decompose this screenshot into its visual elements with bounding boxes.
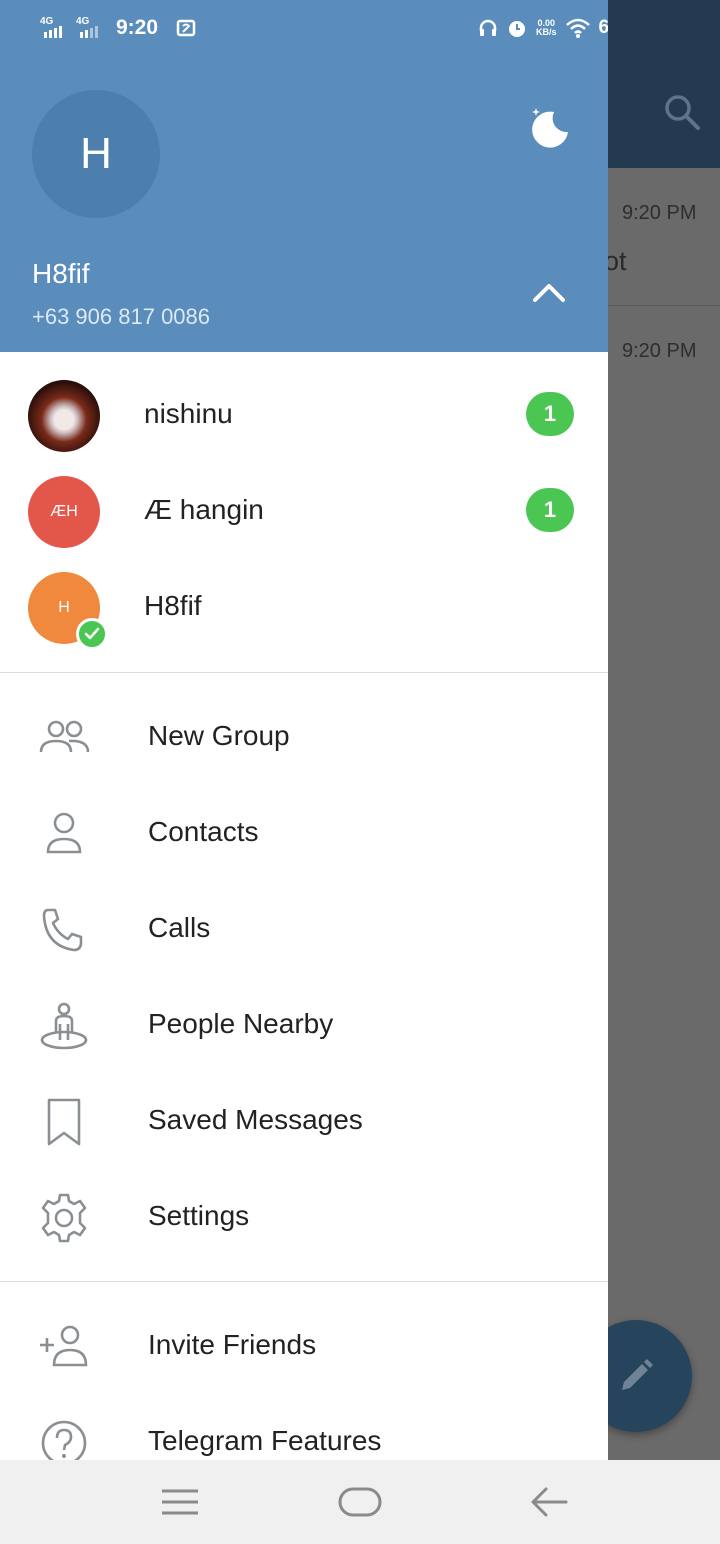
divider bbox=[0, 672, 608, 673]
account-item-hangin[interactable]: ÆH Æ hangin 1 bbox=[0, 464, 608, 560]
menu-item-settings[interactable]: Settings bbox=[0, 1170, 608, 1266]
navigation-drawer: 4G 4G 9:20 0.00 KB/s 62% H H8fif bbox=[0, 0, 608, 1460]
chat-time: 9:20 PM bbox=[622, 340, 697, 362]
menu-item-telegram-features[interactable]: Telegram Features bbox=[0, 1395, 608, 1460]
check-icon bbox=[76, 618, 108, 650]
account-item-nishinu[interactable]: nishinu 1 bbox=[0, 368, 608, 464]
battery-percent: 62% bbox=[598, 17, 608, 38]
menu-item-new-group[interactable]: New Group bbox=[0, 690, 608, 786]
person-icon bbox=[46, 812, 82, 854]
menu-label: New Group bbox=[148, 720, 290, 751]
gear-icon bbox=[41, 1193, 87, 1243]
people-nearby-icon bbox=[40, 1002, 88, 1050]
menu-label: Telegram Features bbox=[148, 1425, 382, 1456]
profile-name: H8fif bbox=[32, 258, 90, 289]
menu-label: Calls bbox=[148, 912, 211, 943]
signal-icon: 4G bbox=[40, 14, 70, 42]
avatar bbox=[28, 380, 100, 452]
status-bar-right: 0.00 KB/s 62% bbox=[478, 14, 608, 42]
home-icon[interactable] bbox=[334, 1480, 386, 1524]
menu-label: People Nearby bbox=[148, 1008, 334, 1039]
menu-item-people-nearby[interactable]: People Nearby bbox=[0, 978, 608, 1074]
avatar: ÆH bbox=[28, 476, 100, 548]
menu-label: Saved Messages bbox=[148, 1104, 363, 1135]
account-name: Æ hangin bbox=[144, 494, 264, 525]
wifi-icon bbox=[565, 18, 590, 38]
screenshot-icon bbox=[176, 19, 196, 37]
menu-item-invite-friends[interactable]: Invite Friends bbox=[0, 1299, 608, 1395]
network-speed: 0.00 KB/s bbox=[536, 18, 557, 37]
moon-icon[interactable] bbox=[524, 102, 574, 152]
menu-item-calls[interactable]: Calls bbox=[0, 882, 608, 978]
menu-label: Contacts bbox=[148, 816, 259, 847]
account-item-h8fif[interactable]: H H8fif bbox=[0, 560, 608, 656]
divider bbox=[0, 1281, 608, 1282]
search-icon[interactable] bbox=[662, 92, 702, 132]
add-person-icon bbox=[40, 1325, 88, 1367]
alarm-icon bbox=[509, 21, 525, 37]
menu-label: Invite Friends bbox=[148, 1329, 317, 1360]
account-name: H8fif bbox=[144, 590, 202, 621]
phone-icon bbox=[42, 908, 83, 952]
chat-separator bbox=[608, 305, 720, 306]
unread-badge: 1 bbox=[526, 392, 574, 436]
help-icon bbox=[41, 1420, 87, 1460]
menu-item-contacts[interactable]: Contacts bbox=[0, 786, 608, 882]
bookmark-icon bbox=[47, 1098, 81, 1146]
system-nav-bar bbox=[0, 1460, 720, 1544]
menu-icon[interactable] bbox=[154, 1480, 206, 1524]
profile-avatar[interactable]: H bbox=[32, 90, 160, 218]
status-bar-left: 4G 4G 9:20 bbox=[40, 14, 198, 42]
signal-icon: 4G bbox=[76, 14, 106, 42]
menu-item-saved-messages[interactable]: Saved Messages bbox=[0, 1074, 608, 1170]
account-name: nishinu bbox=[144, 398, 233, 429]
back-icon[interactable] bbox=[524, 1480, 576, 1524]
headphones-icon bbox=[479, 19, 497, 36]
drawer-header: 4G 4G 9:20 0.00 KB/s 62% H H8fif bbox=[0, 0, 608, 352]
chevron-up-icon[interactable] bbox=[526, 272, 572, 312]
menu-label: Settings bbox=[148, 1200, 250, 1231]
status-time: 9:20 bbox=[116, 16, 159, 39]
chat-time: 9:20 PM bbox=[622, 202, 697, 224]
pencil-icon bbox=[622, 1359, 653, 1390]
unread-badge: 1 bbox=[526, 488, 574, 532]
profile-phone: +63 906 817 0086 bbox=[32, 304, 211, 329]
group-icon bbox=[39, 720, 90, 753]
